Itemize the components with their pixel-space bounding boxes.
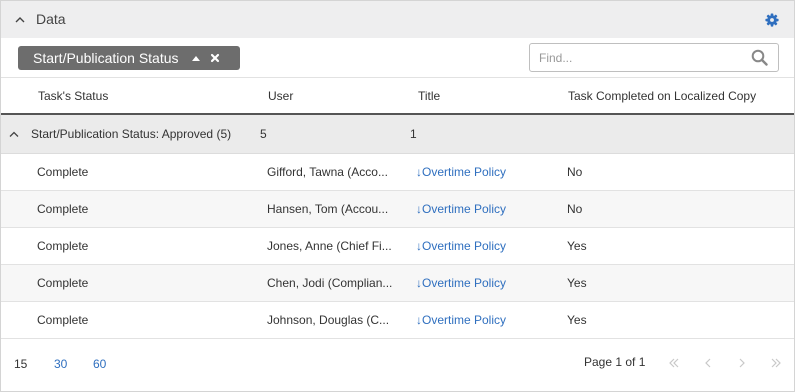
- group-title-count: 1: [410, 127, 417, 141]
- pager: 15 30 60 Page 1 of 1: [1, 339, 794, 391]
- next-page-icon[interactable]: [735, 356, 749, 370]
- page-size-30[interactable]: 30: [54, 357, 67, 371]
- column-header-user[interactable]: User: [268, 89, 293, 103]
- group-by-chip[interactable]: Start/Publication Status: [18, 46, 240, 70]
- cell-completed: No: [567, 165, 583, 179]
- group-label: Start/Publication Status: Approved (5): [31, 127, 232, 141]
- panel-title: Data: [36, 11, 66, 27]
- cell-status: Complete: [37, 276, 89, 290]
- chevron-up-icon[interactable]: [9, 130, 19, 138]
- previous-page-icon[interactable]: [701, 356, 715, 370]
- cell-user: Hansen, Tom (Accou...: [267, 202, 389, 216]
- last-page-icon[interactable]: [769, 356, 783, 370]
- title-link[interactable]: ↓Overtime Policy: [416, 202, 506, 216]
- table-row[interactable]: Complete Johnson, Douglas (C... ↓Overtim…: [1, 302, 794, 339]
- table-header: Task's Status User Title Task Completed …: [1, 77, 794, 115]
- title-link[interactable]: ↓Overtime Policy: [416, 165, 506, 179]
- gear-icon[interactable]: [765, 13, 779, 27]
- page-size-15[interactable]: 15: [14, 357, 27, 371]
- search-input[interactable]: [539, 50, 739, 66]
- page-size-60[interactable]: 60: [93, 357, 106, 371]
- table-row[interactable]: Complete Jones, Anne (Chief Fi... ↓Overt…: [1, 228, 794, 265]
- group-user-count: 5: [260, 127, 267, 141]
- first-page-icon[interactable]: [667, 356, 681, 370]
- sort-ascending-icon[interactable]: [191, 54, 201, 62]
- search-box: [529, 43, 779, 72]
- title-link[interactable]: ↓Overtime Policy: [416, 239, 506, 253]
- cell-user: Gifford, Tawna (Acco...: [267, 165, 388, 179]
- column-header-task-completed[interactable]: Task Completed on Localized Copy: [568, 89, 756, 103]
- cell-completed: No: [567, 202, 583, 216]
- search-icon[interactable]: [751, 49, 768, 66]
- group-row[interactable]: Start/Publication Status: Approved (5) 5…: [1, 115, 794, 154]
- column-header-tasks-status[interactable]: Task's Status: [38, 89, 108, 103]
- panel-header: Data: [1, 1, 794, 38]
- cell-status: Complete: [37, 165, 89, 179]
- column-header-title[interactable]: Title: [418, 89, 440, 103]
- page-info: Page 1 of 1: [584, 355, 646, 369]
- cell-status: Complete: [37, 313, 89, 327]
- close-icon[interactable]: [210, 53, 220, 63]
- title-link[interactable]: ↓Overtime Policy: [416, 276, 506, 290]
- table-row[interactable]: Complete Chen, Jodi (Complian... ↓Overti…: [1, 265, 794, 302]
- cell-completed: Yes: [567, 239, 587, 253]
- group-by-chip-label: Start/Publication Status: [33, 50, 179, 66]
- cell-completed: Yes: [567, 313, 587, 327]
- table-row[interactable]: Complete Gifford, Tawna (Acco... ↓Overti…: [1, 154, 794, 191]
- cell-status: Complete: [37, 202, 89, 216]
- cell-user: Chen, Jodi (Complian...: [267, 276, 393, 290]
- cell-user: Jones, Anne (Chief Fi...: [267, 239, 392, 253]
- cell-user: Johnson, Douglas (C...: [267, 313, 390, 327]
- cell-status: Complete: [37, 239, 89, 253]
- title-link[interactable]: ↓Overtime Policy: [416, 313, 506, 327]
- cell-completed: Yes: [567, 276, 587, 290]
- table-row[interactable]: Complete Hansen, Tom (Accou... ↓Overtime…: [1, 191, 794, 228]
- data-panel: Data Start/Publication Status Ta: [0, 0, 795, 392]
- chevron-up-icon[interactable]: [13, 13, 27, 27]
